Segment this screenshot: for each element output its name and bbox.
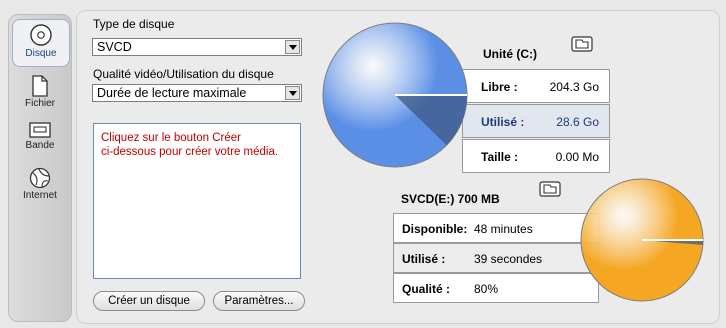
- disc-type-select[interactable]: SVCD: [92, 38, 302, 56]
- disc-title: SVCD(E:) 700 MB: [401, 192, 500, 206]
- file-icon: [30, 75, 50, 97]
- chevron-down-icon[interactable]: [285, 40, 300, 54]
- folder-icon: [571, 36, 593, 52]
- sidebar-item-label: Bande: [25, 140, 55, 151]
- quality-select[interactable]: Durée de lecture maximale: [92, 84, 302, 102]
- disc-icon: [29, 23, 53, 47]
- drive-title: Unité (C:): [483, 47, 537, 61]
- disc-available-value: 48 minutes: [474, 222, 533, 236]
- chevron-down-icon[interactable]: [285, 86, 300, 100]
- quality-value: Durée de lecture maximale: [97, 86, 247, 100]
- sidebar-item-fichier[interactable]: Fichier: [9, 75, 71, 119]
- globe-icon: [29, 167, 51, 189]
- quality-label: Qualité vidéo/Utilisation du disque: [93, 67, 274, 81]
- drive-free-row: Libre : 204.3 Go: [462, 69, 610, 103]
- sidebar-item-label: Fichier: [24, 98, 55, 109]
- disc-quality-key: Qualité :: [402, 282, 451, 296]
- drive-free-key: Libre :: [481, 80, 518, 94]
- drive-usage-pie: [322, 22, 468, 168]
- sidebar-item-label: Disque: [25, 48, 57, 59]
- disc-used-row: Utilisé : 39 secondes: [393, 243, 599, 273]
- drive-used-value: 28.6 Go: [556, 115, 599, 129]
- disc-quality-row: Qualité : 80%: [393, 273, 599, 303]
- drive-used-row: Utilisé : 28.6 Go: [462, 104, 610, 138]
- drive-size-key: Taille :: [481, 150, 519, 164]
- drive-folder-button[interactable]: [571, 36, 593, 52]
- folder-icon: [539, 181, 561, 197]
- disc-type-value: SVCD: [97, 40, 132, 54]
- disc-used-key: Utilisé :: [402, 252, 446, 266]
- disc-creation-window: Disque Fichier Bande Internet Type de di…: [0, 0, 726, 328]
- tape-icon: [29, 121, 51, 139]
- disc-quality-value: 80%: [474, 282, 499, 296]
- output-type-sidebar: Disque Fichier Bande Internet: [8, 14, 72, 322]
- sidebar-item-bande[interactable]: Bande: [9, 121, 71, 165]
- drive-used-key: Utilisé :: [481, 115, 525, 129]
- disc-usage-pie: [580, 178, 704, 302]
- settings-button[interactable]: Paramètres...: [213, 291, 305, 311]
- disc-folder-button[interactable]: [539, 181, 561, 197]
- disc-settings-panel: Type de disque SVCD Qualité vidéo/Utilis…: [76, 10, 720, 324]
- disc-available-key: Disponible:: [402, 222, 468, 236]
- disc-available-row: Disponible: 48 minutes: [393, 213, 599, 243]
- sidebar-item-disque[interactable]: Disque: [12, 19, 70, 67]
- sidebar-item-label: Internet: [23, 190, 57, 201]
- drive-size-value: 0.00 Mo: [555, 150, 599, 164]
- drive-size-row: Taille : 0.00 Mo: [462, 139, 610, 173]
- sidebar-item-internet[interactable]: Internet: [9, 167, 71, 211]
- drive-free-value: 204.3 Go: [549, 80, 599, 94]
- disc-used-value: 39 secondes: [474, 252, 543, 266]
- status-message-box: Cliquez sur le bouton Créer ci-dessous p…: [93, 123, 301, 279]
- status-message: Cliquez sur le bouton Créer ci-dessous p…: [101, 132, 279, 158]
- create-disc-button[interactable]: Créer un disque: [93, 291, 205, 311]
- disc-type-label: Type de disque: [93, 17, 175, 31]
